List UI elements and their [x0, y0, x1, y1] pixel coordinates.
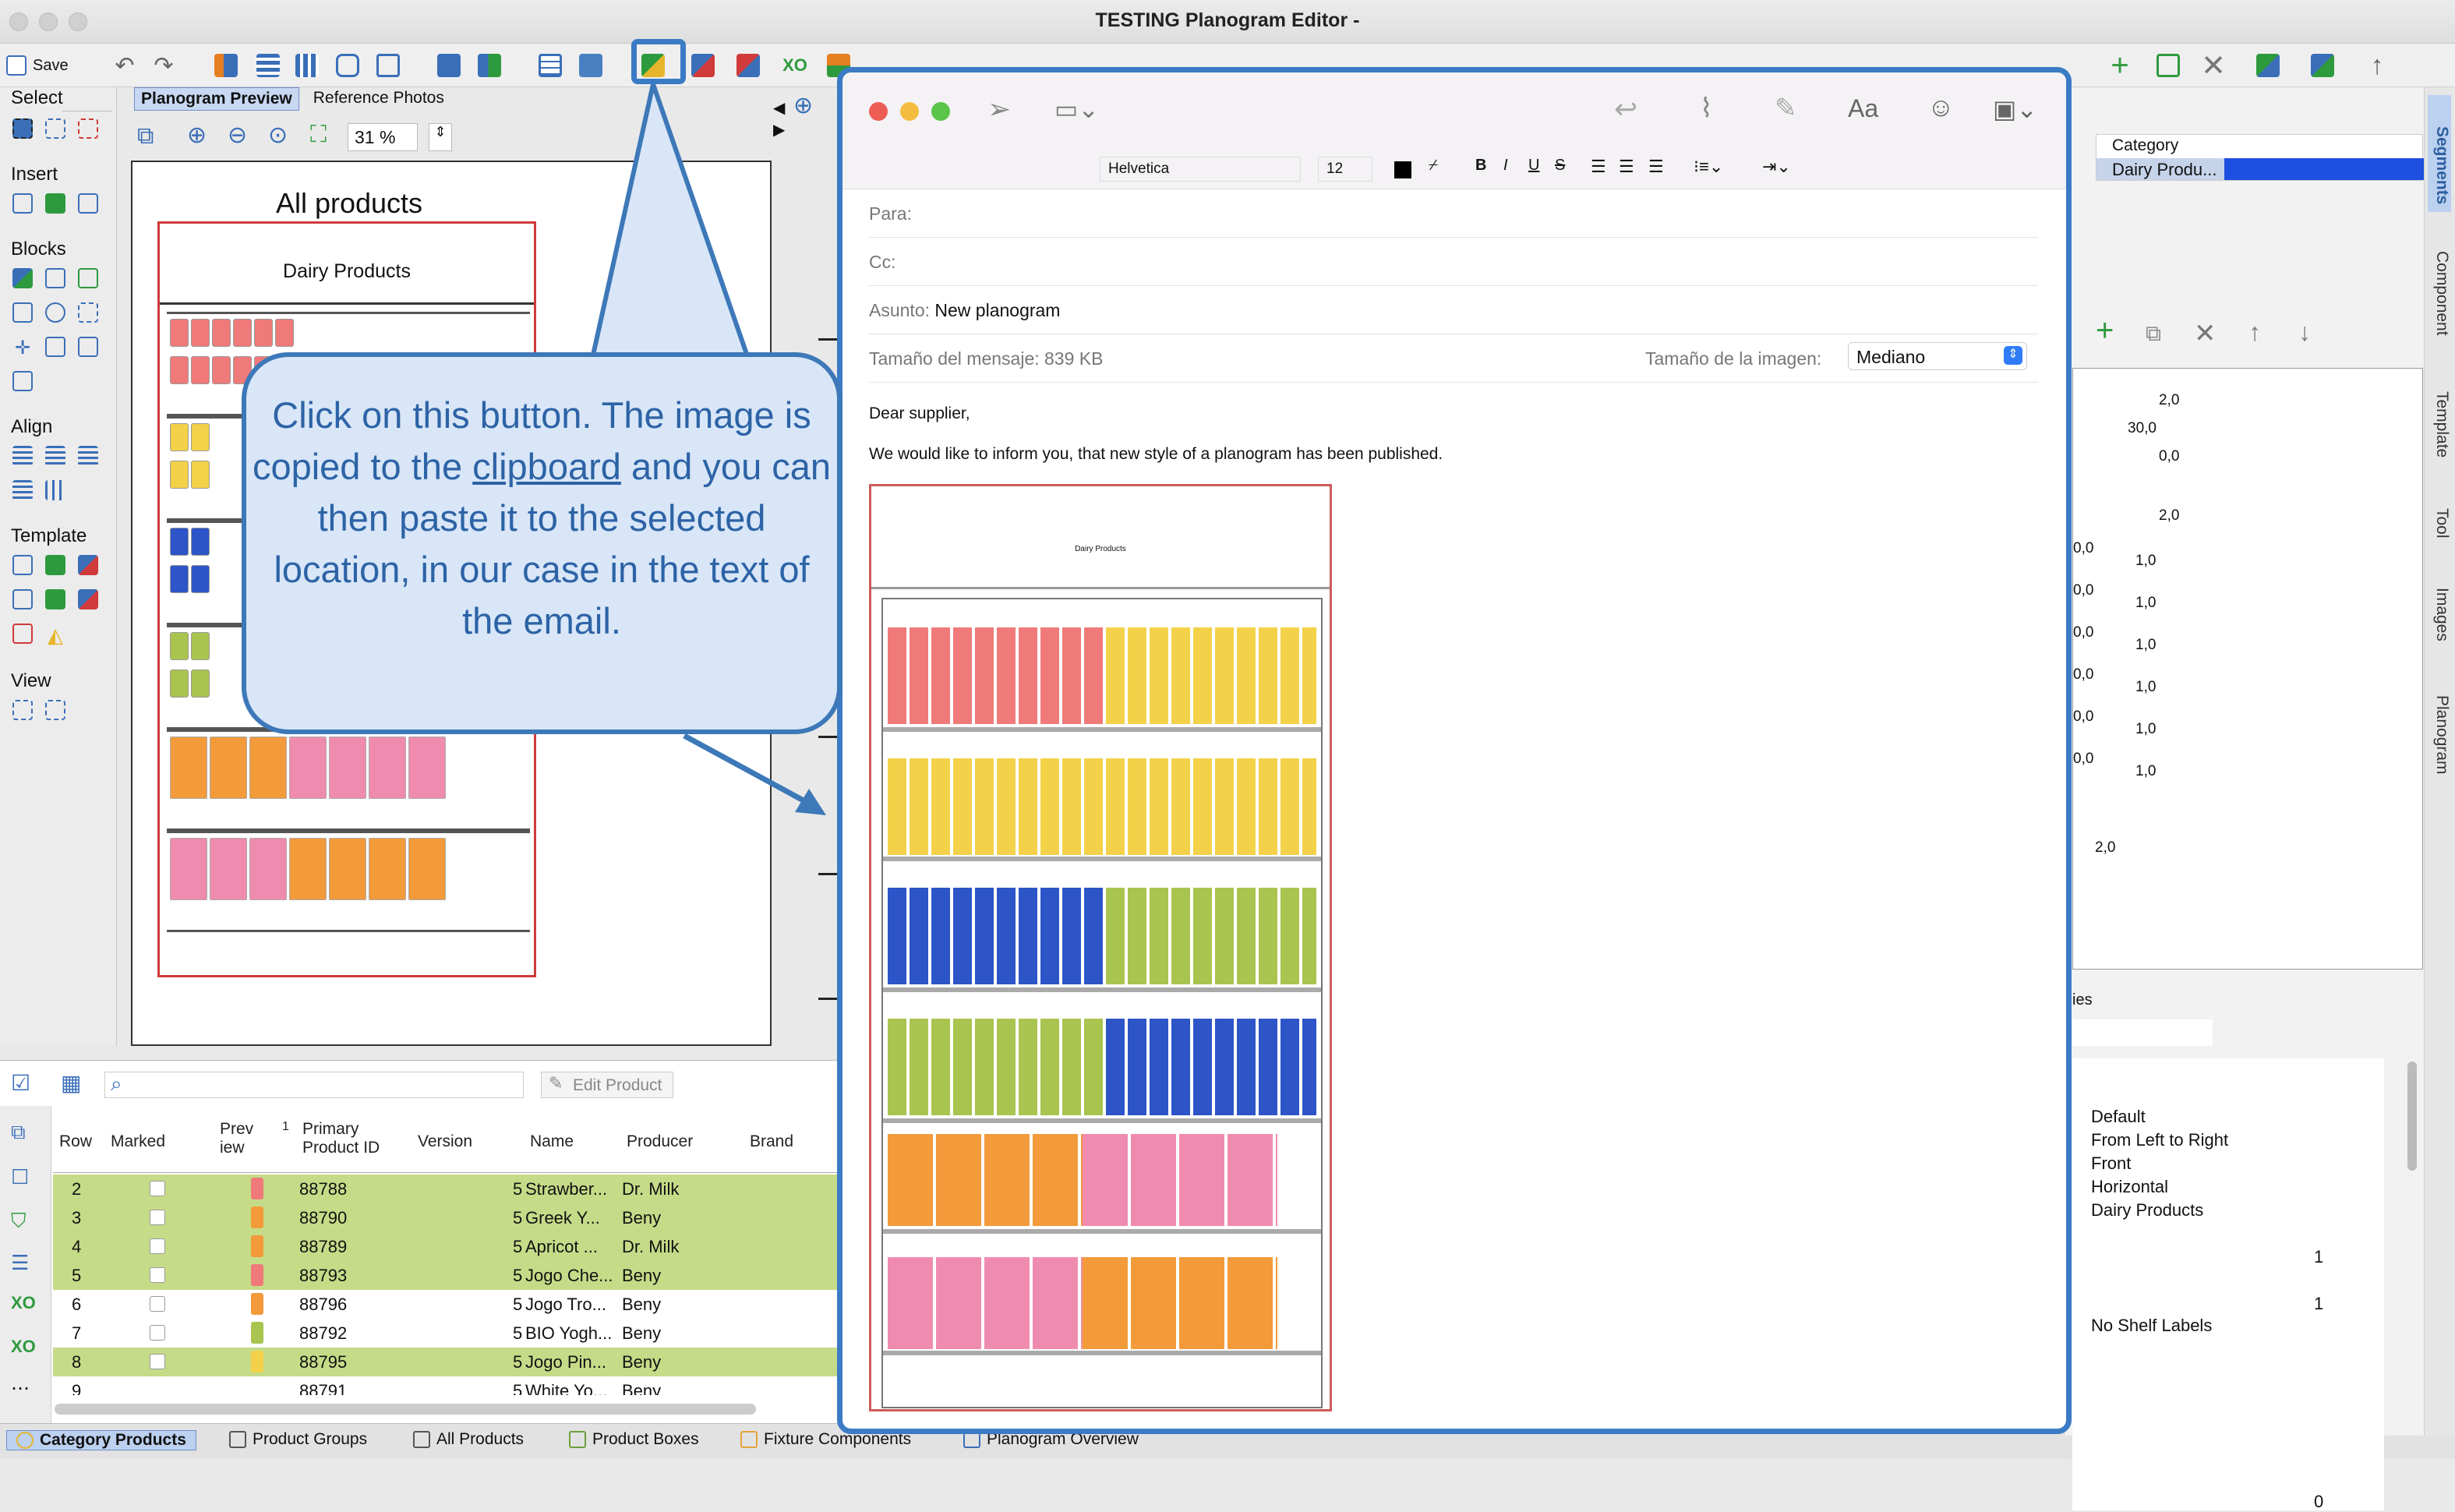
callout-arrow-head	[795, 789, 826, 815]
highlighted-copy-button-frame	[631, 39, 686, 84]
callout-text: Click on this button. The image is copie…	[249, 390, 834, 647]
callout-tail-joint	[616, 360, 744, 376]
callout-tail	[590, 82, 751, 361]
callout-clipboard-link: clipboard	[472, 446, 621, 487]
prop-value[interactable]: 0	[2314, 1492, 2323, 1512]
callout-arrow-line	[683, 733, 812, 807]
